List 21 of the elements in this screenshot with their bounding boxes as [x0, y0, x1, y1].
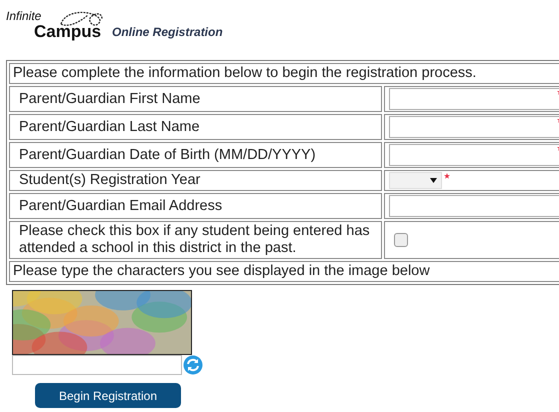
form-intro: Please complete the information below to begin the registration process. — [9, 63, 559, 84]
captcha-instruction: Please type the characters you see displayed in the image below — [9, 261, 559, 282]
logo-text: Campus — [34, 23, 102, 40]
captcha-field[interactable] — [12, 355, 182, 375]
begin-registration-button[interactable]: Begin Registration — [35, 383, 181, 408]
text-field[interactable] — [389, 195, 559, 217]
page-title: Online Registration — [112, 25, 223, 39]
text-field[interactable] — [389, 88, 559, 110]
field-label: Please check this box if any student being entered has attended a school in this district in the past. — [9, 221, 382, 259]
checkbox[interactable] — [394, 233, 408, 247]
logo-text: Infinite — [6, 10, 42, 23]
year-dropdown[interactable] — [389, 172, 442, 189]
field-label: Parent/Guardian Last Name — [9, 114, 382, 140]
field-label: Parent/Guardian Email Address — [9, 193, 382, 219]
field-label: Parent/Guardian First Name — [9, 86, 382, 112]
field-label: Parent/Guardian Date of Birth (MM/DD/YYYY) — [9, 142, 382, 168]
text-field[interactable] — [389, 116, 559, 138]
caret-icon — [430, 178, 437, 183]
refresh-icon[interactable] — [183, 355, 203, 375]
text-field[interactable] — [389, 144, 559, 166]
field-label: Student(s) Registration Year — [9, 170, 382, 191]
